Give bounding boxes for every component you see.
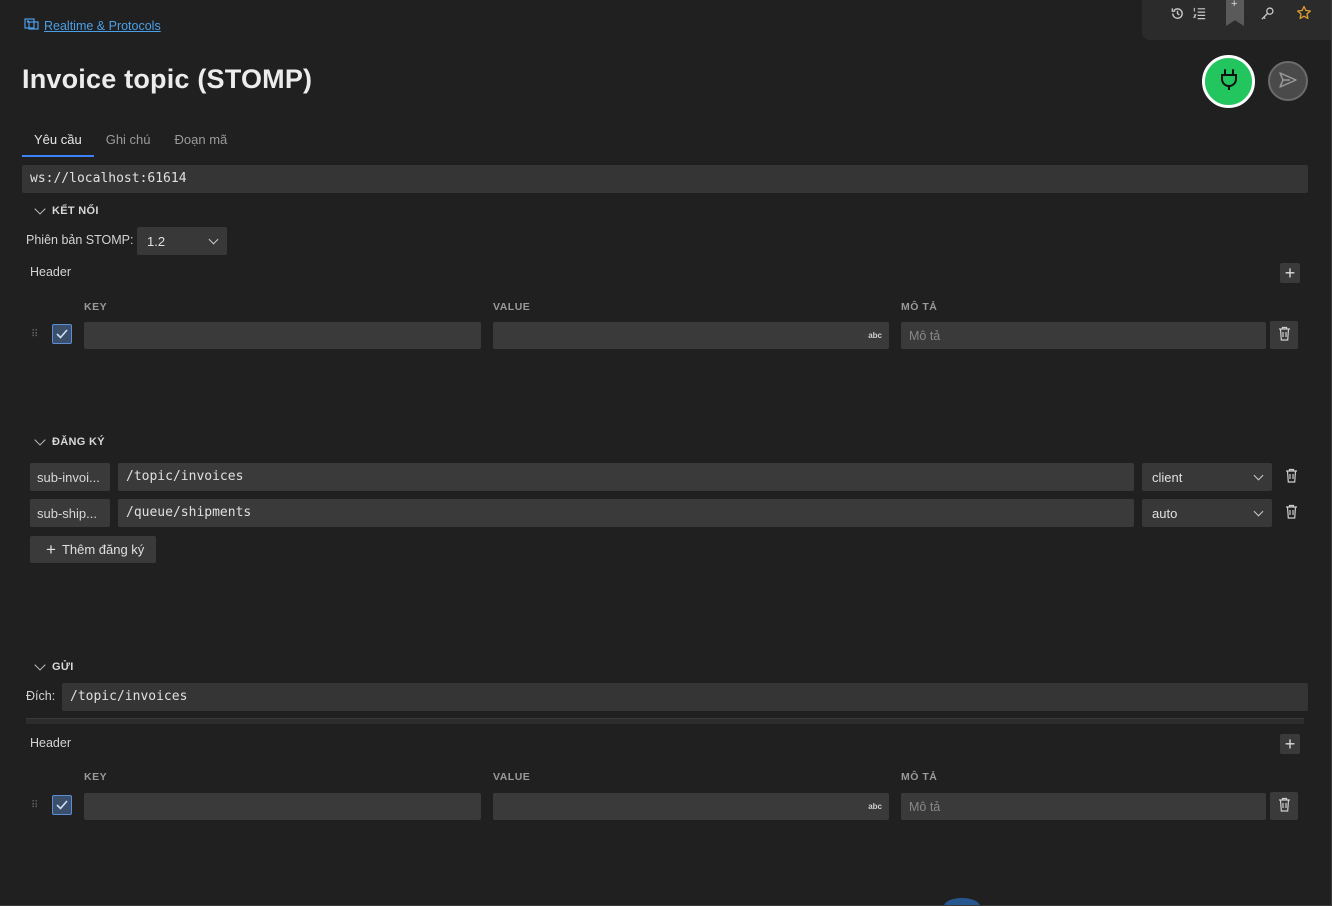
scroll-indicator [944,898,980,906]
subscription-id-input[interactable]: sub-ship... [30,499,110,527]
page-title: Invoice topic (STOMP) [22,64,313,94]
chevron-down-icon [208,234,219,244]
add-subscription-button[interactable]: + Thêm đăng ký [30,536,157,563]
tab-notes[interactable]: Ghi chú [94,125,163,157]
star-icon[interactable] [1295,4,1313,22]
url-input[interactable]: ws://localhost:61614 [22,165,1308,193]
stomp-version-value: 1.2 [147,233,166,249]
chevron-down-icon [34,434,46,446]
list-icon[interactable] [1190,4,1208,22]
collection-icon [24,17,40,34]
delete-send-header-button[interactable] [1270,792,1298,820]
add-header-button[interactable]: + [1280,263,1300,283]
header-value-input[interactable]: abc [493,322,889,349]
header-description-input[interactable]: Mô tả [901,322,1266,349]
value-type-badge[interactable]: abc [868,802,882,811]
add-send-header-button[interactable]: + [1280,734,1300,754]
delete-subscription-button[interactable] [1281,503,1301,523]
delete-header-button[interactable] [1270,321,1298,349]
send-button[interactable] [1268,61,1308,101]
column-value: VALUE [493,771,531,783]
trash-icon [1285,468,1298,486]
trash-icon [1278,797,1291,815]
plus-icon: + [46,540,56,559]
connect-button[interactable] [1202,55,1255,108]
send-header-label: Header [30,736,71,750]
trash-icon [1285,504,1298,522]
header-label: Header [30,265,71,279]
chevron-down-icon [34,659,46,671]
column-description: MÔ TẢ [901,771,938,783]
subscription-destination-input[interactable]: /queue/shipments [118,499,1134,527]
subscription-ack-select[interactable]: auto [1142,499,1272,527]
send-destination-input[interactable]: /topic/invoices [62,683,1308,711]
bookmark-icon[interactable]: + [1226,0,1244,26]
column-description: MÔ TẢ [901,301,938,313]
send-icon [1278,71,1298,92]
tab-snippet[interactable]: Đoạn mã [163,125,240,157]
subscriptions-section-toggle[interactable]: ĐĂNG KÝ [34,434,105,448]
chevron-down-icon [1253,470,1264,480]
send-header-value-input[interactable]: abc [493,793,889,820]
column-value: VALUE [493,301,531,313]
delete-subscription-button[interactable] [1281,467,1301,487]
ack-value: auto [1152,505,1178,521]
send-header-description-input[interactable]: Mô tả [901,793,1266,820]
column-key: KEY [84,771,108,783]
breadcrumb-link[interactable]: Realtime & Protocols [44,19,161,33]
stomp-version-label: Phiên bản STOMP: [26,233,134,247]
history-icon[interactable] [1168,4,1186,22]
request-tabs: Yêu cầu Ghi chú Đoạn mã [22,125,239,157]
subscription-id-input[interactable]: sub-invoi... [30,463,110,491]
tab-request[interactable]: Yêu cầu [22,125,94,157]
top-toolbar: + [1142,0,1332,40]
column-key: KEY [84,301,108,313]
destination-label: Đích: [26,689,56,703]
plus-icon: + [1284,263,1296,283]
header-enabled-checkbox[interactable] [52,324,72,344]
key-icon[interactable] [1258,4,1276,22]
section-title: GỬI [52,661,74,673]
section-title: ĐĂNG KÝ [52,436,105,448]
chevron-down-icon [1253,506,1264,516]
ack-value: client [1152,469,1183,485]
add-subscription-label: Thêm đăng ký [61,542,145,557]
header-key-input[interactable] [84,322,481,349]
subscription-destination-input[interactable]: /topic/invoices [118,463,1134,491]
plus-icon: + [1284,734,1296,754]
send-header-key-input[interactable] [84,793,481,820]
drag-handle-icon[interactable]: ⠿ [31,800,38,811]
chevron-down-icon [34,203,46,215]
send-header-enabled-checkbox[interactable] [52,795,72,815]
trash-icon [1278,326,1291,344]
body-editor[interactable] [26,718,1304,724]
plug-icon [1218,68,1240,95]
send-section-toggle[interactable]: GỬI [34,659,74,673]
subscription-ack-select[interactable]: client [1142,463,1272,491]
breadcrumb[interactable]: Realtime & Protocols [24,17,161,34]
value-type-badge[interactable]: abc [868,331,882,340]
drag-handle-icon[interactable]: ⠿ [31,329,38,340]
section-title: KẾT NỐI [52,205,99,217]
connection-section-toggle[interactable]: KẾT NỐI [34,203,99,217]
stomp-version-select[interactable]: 1.2 [137,227,227,255]
